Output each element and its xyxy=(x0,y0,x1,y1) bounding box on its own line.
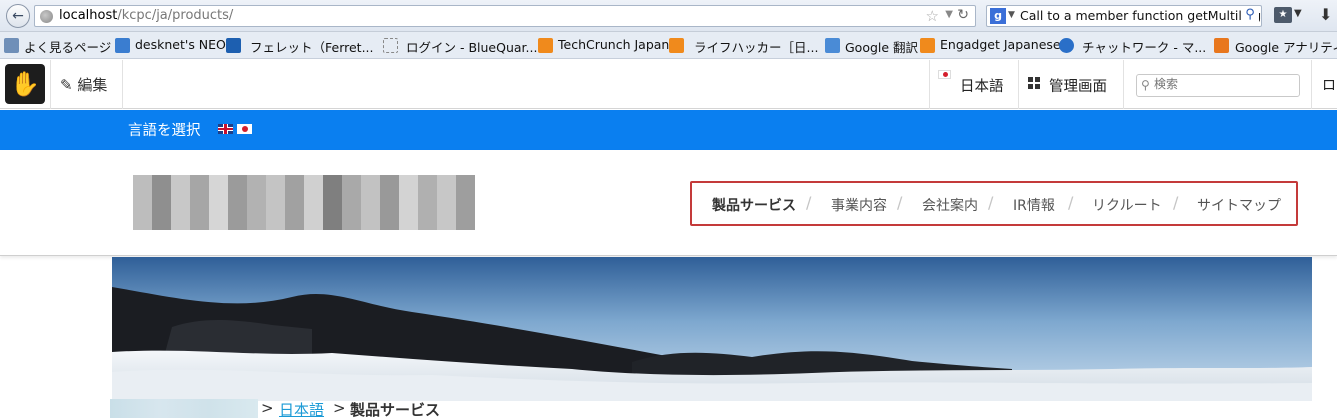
reload-icon[interactable]: ↻ xyxy=(957,7,969,23)
download-arrow-icon[interactable]: ⬇ xyxy=(1319,5,1332,24)
breadcrumb-separator: > xyxy=(261,399,274,417)
desknets-icon xyxy=(115,38,130,53)
nav-separator: / xyxy=(1068,193,1074,212)
bookmark-item[interactable]: Google 翻訳 xyxy=(845,37,918,56)
breadcrumb-separator: > xyxy=(333,399,346,417)
pencil-icon: ✎ xyxy=(60,76,73,94)
translate-icon xyxy=(825,38,840,53)
nav-item-sitemap[interactable]: サイトマップ xyxy=(1197,195,1281,215)
breadcrumb-link-japanese[interactable]: 日本語 xyxy=(279,399,324,420)
bookmark-item[interactable]: よく見るページ xyxy=(24,37,111,56)
bookmark-item[interactable]: フェレット（Ferret... xyxy=(250,37,374,56)
breadcrumb: > 日本語 > 製品サービス xyxy=(110,399,710,420)
rss-icon xyxy=(538,38,553,53)
divider xyxy=(122,60,123,109)
bookmark-star-icon[interactable]: ☆ xyxy=(926,7,939,25)
chatwork-icon xyxy=(1059,38,1074,53)
search-icon: ⚲ xyxy=(1141,78,1150,92)
nav-separator: / xyxy=(988,193,994,212)
nav-separator: / xyxy=(897,193,903,212)
language-selector-label: 言語を選択 xyxy=(128,123,201,139)
history-dropdown-icon[interactable]: ▼ xyxy=(945,9,953,20)
site-logo[interactable] xyxy=(133,175,475,230)
bookmarks-menu-icon[interactable]: ★ xyxy=(1274,7,1292,23)
globe-icon xyxy=(40,10,53,23)
japan-flag-icon xyxy=(938,70,951,79)
breadcrumb-home-link[interactable] xyxy=(110,399,258,418)
cms-toolbar: ✋ ✎ 編集 日本語 管理画面 ⚲ ロ xyxy=(0,60,1337,109)
bookmarks-dropdown-icon[interactable]: ▼ xyxy=(1294,8,1302,19)
edit-button[interactable]: ✎ 編集 xyxy=(60,74,107,95)
url-text: localhost/kcpc/ja/products/ xyxy=(59,8,234,23)
nav-item-ir[interactable]: IR情報 xyxy=(1013,195,1055,215)
search-engine-dropdown-icon[interactable]: ▼ xyxy=(1008,10,1015,20)
divider xyxy=(929,60,930,109)
analytics-icon xyxy=(1214,38,1229,53)
cms-search-box[interactable]: ⚲ xyxy=(1136,74,1300,97)
browser-search-bar[interactable]: g ▼ Call to a member function getMultili… xyxy=(986,5,1262,27)
ferret-icon xyxy=(226,38,241,53)
uk-flag-icon[interactable] xyxy=(218,124,233,134)
edit-label: 編集 xyxy=(77,76,108,94)
bookmark-item[interactable]: Engadget Japanese xyxy=(940,37,1061,52)
divider xyxy=(1123,60,1124,109)
hero-image xyxy=(112,257,1312,401)
google-search-engine-icon[interactable]: g xyxy=(990,8,1006,24)
dotted-square-icon xyxy=(383,38,398,53)
bookmark-item[interactable]: Google アナリティ xyxy=(1235,37,1337,56)
dashboard-button[interactable]: 管理画面 xyxy=(1049,75,1107,96)
language-button[interactable]: 日本語 xyxy=(960,75,1004,96)
mountain-landscape-image xyxy=(112,257,1312,401)
logout-button[interactable]: ロ xyxy=(1322,75,1336,95)
address-bar[interactable]: localhost/kcpc/ja/products/ ☆ ▼ ↻ xyxy=(34,5,976,27)
divider xyxy=(50,60,51,109)
bookmark-item[interactable]: desknet's NEO xyxy=(135,37,226,52)
nav-item-company[interactable]: 会社案内 xyxy=(922,195,978,215)
dashboard-grid-icon xyxy=(1028,77,1040,89)
browser-search-text[interactable]: Call to a member function getMultiling xyxy=(1020,8,1261,23)
bookmark-item[interactable]: ライフハッカー［日... xyxy=(694,37,818,56)
japan-flag-icon[interactable] xyxy=(237,124,252,134)
rss-icon xyxy=(920,38,935,53)
back-arrow-icon[interactable]: ← xyxy=(6,4,30,28)
cms-search-input[interactable] xyxy=(1154,77,1294,91)
language-selector-strip: 言語を選択 xyxy=(0,110,1337,150)
nav-item-business[interactable]: 事業内容 xyxy=(831,195,887,215)
rss-icon xyxy=(669,38,684,53)
bookmark-item[interactable]: TechCrunch Japan xyxy=(558,37,669,52)
breadcrumb-current-page: 製品サービス xyxy=(350,401,441,419)
divider xyxy=(1018,60,1019,109)
nav-separator: / xyxy=(806,193,812,212)
nav-separator: / xyxy=(1173,193,1179,212)
bookmarks-bar: よく見るページ desknet's NEO フェレット（Ferret... ログ… xyxy=(0,32,1337,59)
main-navigation: 製品サービス / 事業内容 / 会社案内 / IR情報 / リクルート / サイ… xyxy=(690,181,1298,226)
search-icon[interactable]: ⚲ xyxy=(1241,7,1259,25)
divider xyxy=(1311,60,1312,109)
nav-item-products[interactable]: 製品サービス xyxy=(712,195,796,215)
nav-item-recruit[interactable]: リクルート xyxy=(1092,195,1162,215)
bookmark-item[interactable]: チャットワーク - マ... xyxy=(1082,37,1206,56)
site-header: 製品サービス / 事業内容 / 会社案内 / IR情報 / リクルート / サイ… xyxy=(0,150,1337,256)
bookmark-item[interactable]: ログイン - BlueQuar... xyxy=(406,37,537,56)
concrete5-logo-icon[interactable]: ✋ xyxy=(5,64,45,104)
browser-toolbar: ← localhost/kcpc/ja/products/ ☆ ▼ ↻ g ▼ … xyxy=(0,0,1337,32)
magnifier-icon xyxy=(4,38,19,53)
